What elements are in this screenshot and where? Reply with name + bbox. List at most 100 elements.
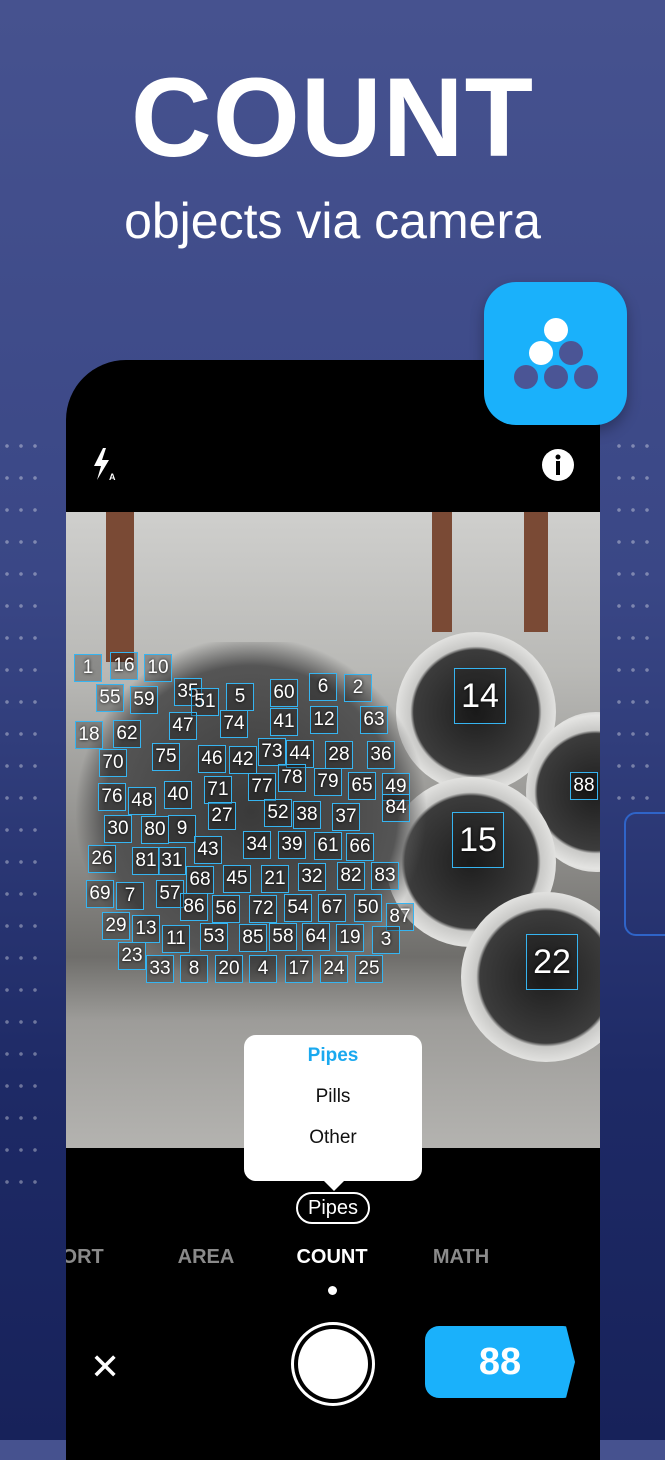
flash-badge: A <box>109 472 116 482</box>
phone-screen: A 1 16 10 55 59 35 51 5 60 6 2 47 74 41 12 63 18 62 75 46 42… <box>66 360 600 1460</box>
count-marker: 21 <box>261 865 289 893</box>
category-option-pills[interactable]: Pills <box>244 1076 422 1117</box>
shutter-button[interactable] <box>291 1322 375 1406</box>
category-option-other[interactable]: Other <box>244 1117 422 1158</box>
count-marker: 73 <box>258 738 286 766</box>
headline-title: COUNT <box>130 55 535 180</box>
count-marker: 86 <box>180 893 208 921</box>
count-marker: 64 <box>302 923 330 951</box>
count-marker: 18 <box>75 721 103 749</box>
count-marker: 77 <box>248 773 276 801</box>
category-option-pipes[interactable]: Pipes <box>244 1035 422 1076</box>
count-marker-large: 88 <box>570 772 598 800</box>
count-marker: 6 <box>309 673 337 701</box>
count-marker: 56 <box>212 895 240 923</box>
count-marker: 33 <box>146 955 174 983</box>
count-marker: 50 <box>354 894 382 922</box>
count-marker: 78 <box>278 764 306 792</box>
count-marker: 71 <box>204 776 232 804</box>
count-marker-large: 14 <box>454 668 506 724</box>
count-marker: 63 <box>360 706 388 734</box>
count-marker: 17 <box>285 955 313 983</box>
count-marker: 55 <box>96 684 124 712</box>
count-marker: 32 <box>298 863 326 891</box>
count-marker: 24 <box>320 955 348 983</box>
count-marker: 47 <box>169 712 197 740</box>
mode-area[interactable]: AREA <box>178 1246 235 1269</box>
count-button[interactable]: 88 <box>425 1326 575 1398</box>
count-marker: 46 <box>198 745 226 773</box>
mode-report[interactable]: PORT <box>66 1246 104 1269</box>
count-marker: 65 <box>348 772 376 800</box>
count-marker: 54 <box>284 894 312 922</box>
count-marker: 26 <box>88 845 116 873</box>
headline-subtitle: objects via camera <box>124 193 541 249</box>
count-marker: 79 <box>314 768 342 796</box>
decorative-side-card <box>624 812 665 936</box>
count-marker: 53 <box>200 923 228 951</box>
count-marker: 59 <box>130 686 158 714</box>
count-marker: 37 <box>332 803 360 831</box>
count-marker: 76 <box>98 783 126 811</box>
count-marker: 5 <box>226 683 254 711</box>
info-icon[interactable] <box>541 448 575 482</box>
count-marker-large: 15 <box>452 812 504 868</box>
count-marker: 75 <box>152 743 180 771</box>
count-marker: 36 <box>367 741 395 769</box>
count-marker: 9 <box>168 815 196 843</box>
count-marker: 4 <box>249 955 277 983</box>
count-marker: 45 <box>223 865 251 893</box>
count-marker: 3 <box>372 926 400 954</box>
count-marker: 38 <box>293 801 321 829</box>
count-marker: 8 <box>180 955 208 983</box>
count-marker: 74 <box>220 710 248 738</box>
app-icon <box>484 282 627 425</box>
count-marker: 67 <box>318 894 346 922</box>
category-menu: Pipes Pills Other <box>244 1035 422 1191</box>
background-post <box>432 512 452 632</box>
count-marker: 2 <box>344 674 372 702</box>
count-marker: 1 <box>74 654 102 682</box>
count-marker: 13 <box>132 915 160 943</box>
count-marker: 80 <box>141 816 169 844</box>
count-marker: 66 <box>346 833 374 861</box>
close-icon[interactable]: ✕ <box>90 1346 120 1388</box>
count-marker: 11 <box>162 925 190 953</box>
count-marker: 58 <box>269 923 297 951</box>
count-marker: 82 <box>337 862 365 890</box>
count-marker: 20 <box>215 955 243 983</box>
mode-math[interactable]: MATH <box>433 1246 489 1269</box>
count-marker: 84 <box>382 794 410 822</box>
background-post <box>524 512 548 632</box>
count-marker: 23 <box>118 942 146 970</box>
count-marker: 29 <box>102 912 130 940</box>
count-marker: 12 <box>310 706 338 734</box>
count-marker: 27 <box>208 802 236 830</box>
count-marker: 7 <box>116 882 144 910</box>
count-marker: 70 <box>99 749 127 777</box>
count-marker-large: 22 <box>526 934 578 990</box>
count-marker: 68 <box>186 866 214 894</box>
decorative-dots <box>0 430 40 1190</box>
decorative-dots <box>612 430 652 810</box>
count-marker: 83 <box>371 862 399 890</box>
category-chip[interactable]: Pipes <box>296 1192 370 1224</box>
count-marker: 81 <box>132 847 160 875</box>
count-marker: 30 <box>104 815 132 843</box>
count-marker: 40 <box>164 781 192 809</box>
count-marker: 72 <box>249 895 277 923</box>
count-marker: 42 <box>229 746 257 774</box>
mode-count[interactable]: COUNT <box>296 1246 367 1269</box>
count-marker: 19 <box>336 924 364 952</box>
count-marker: 60 <box>270 679 298 707</box>
mode-selector: PORT AREA COUNT MATH <box>66 1246 600 1276</box>
count-marker: 10 <box>144 654 172 682</box>
count-marker: 28 <box>325 741 353 769</box>
count-marker: 62 <box>113 720 141 748</box>
count-marker: 69 <box>86 880 114 908</box>
count-marker: 61 <box>314 832 342 860</box>
count-marker: 39 <box>278 831 306 859</box>
flash-auto-icon[interactable]: A <box>92 448 118 482</box>
background-post <box>106 512 134 662</box>
count-marker: 85 <box>239 924 267 952</box>
